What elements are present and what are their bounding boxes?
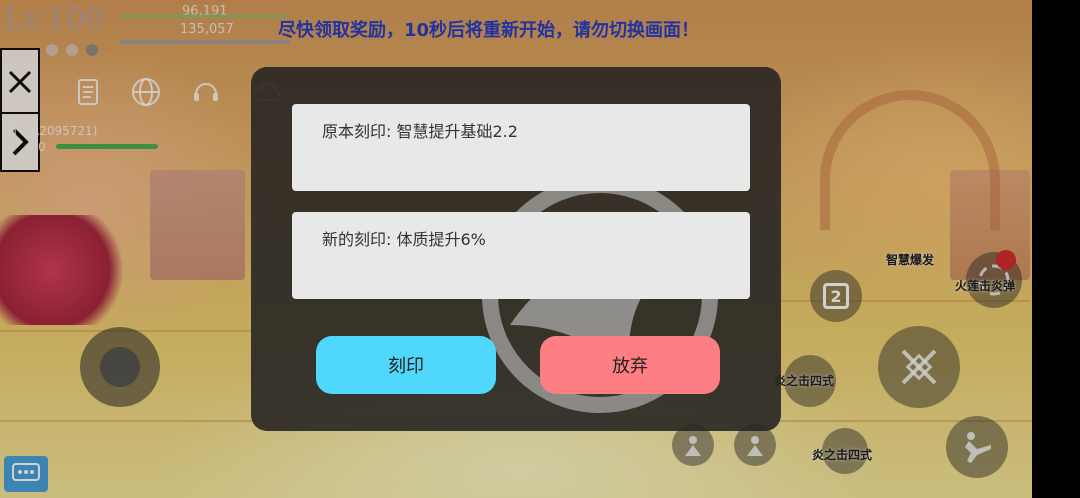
original-engraving-box: 原本刻印: 智慧提升基础2.2 [292, 104, 750, 191]
engrave-button[interactable]: 刻印 [316, 336, 496, 394]
new-engraving-box: 新的刻印: 体质提升6% [292, 212, 750, 299]
screen-edge-bar [1032, 0, 1080, 498]
original-engraving-text: 原本刻印: 智慧提升基础2.2 [322, 122, 518, 141]
new-engraving-text: 新的刻印: 体质提升6% [322, 230, 486, 249]
discard-button[interactable]: 放弃 [540, 336, 720, 394]
